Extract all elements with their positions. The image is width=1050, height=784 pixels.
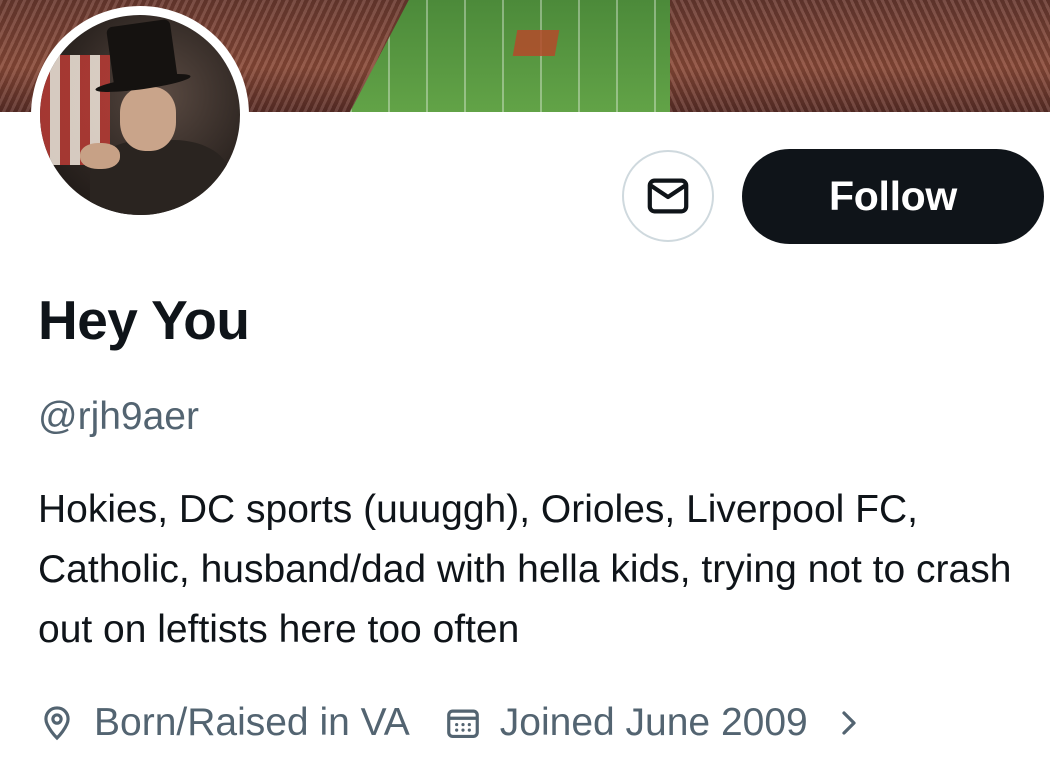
follow-button[interactable]: Follow [742,149,1044,244]
chevron-right-icon [842,711,856,735]
profile-bio: Hokies, DC sports (uuuggh), Orioles, Liv… [38,488,1012,651]
follow-button-label: Follow [828,173,957,219]
more-info-button[interactable] [834,708,864,738]
banner-crowd-right [670,0,1050,112]
user-handle: @rjh9aer [38,395,199,438]
location-pin-icon [44,706,70,741]
calendar-icon [446,709,479,739]
avatar-image [40,15,240,215]
joined-text: Joined June 2009 [499,701,808,744]
envelope-icon [647,178,689,214]
message-button[interactable] [622,150,714,242]
location-text: Born/Raised in VA [94,701,410,744]
display-name: Hey You [38,289,250,351]
joined-item: Joined June 2009 [444,701,808,745]
banner-field-logo [512,30,560,56]
location-item: Born/Raised in VA [38,701,410,745]
profile-avatar[interactable] [31,6,249,224]
profile-meta: Born/Raised in VA Joined June 2009 [38,700,864,746]
